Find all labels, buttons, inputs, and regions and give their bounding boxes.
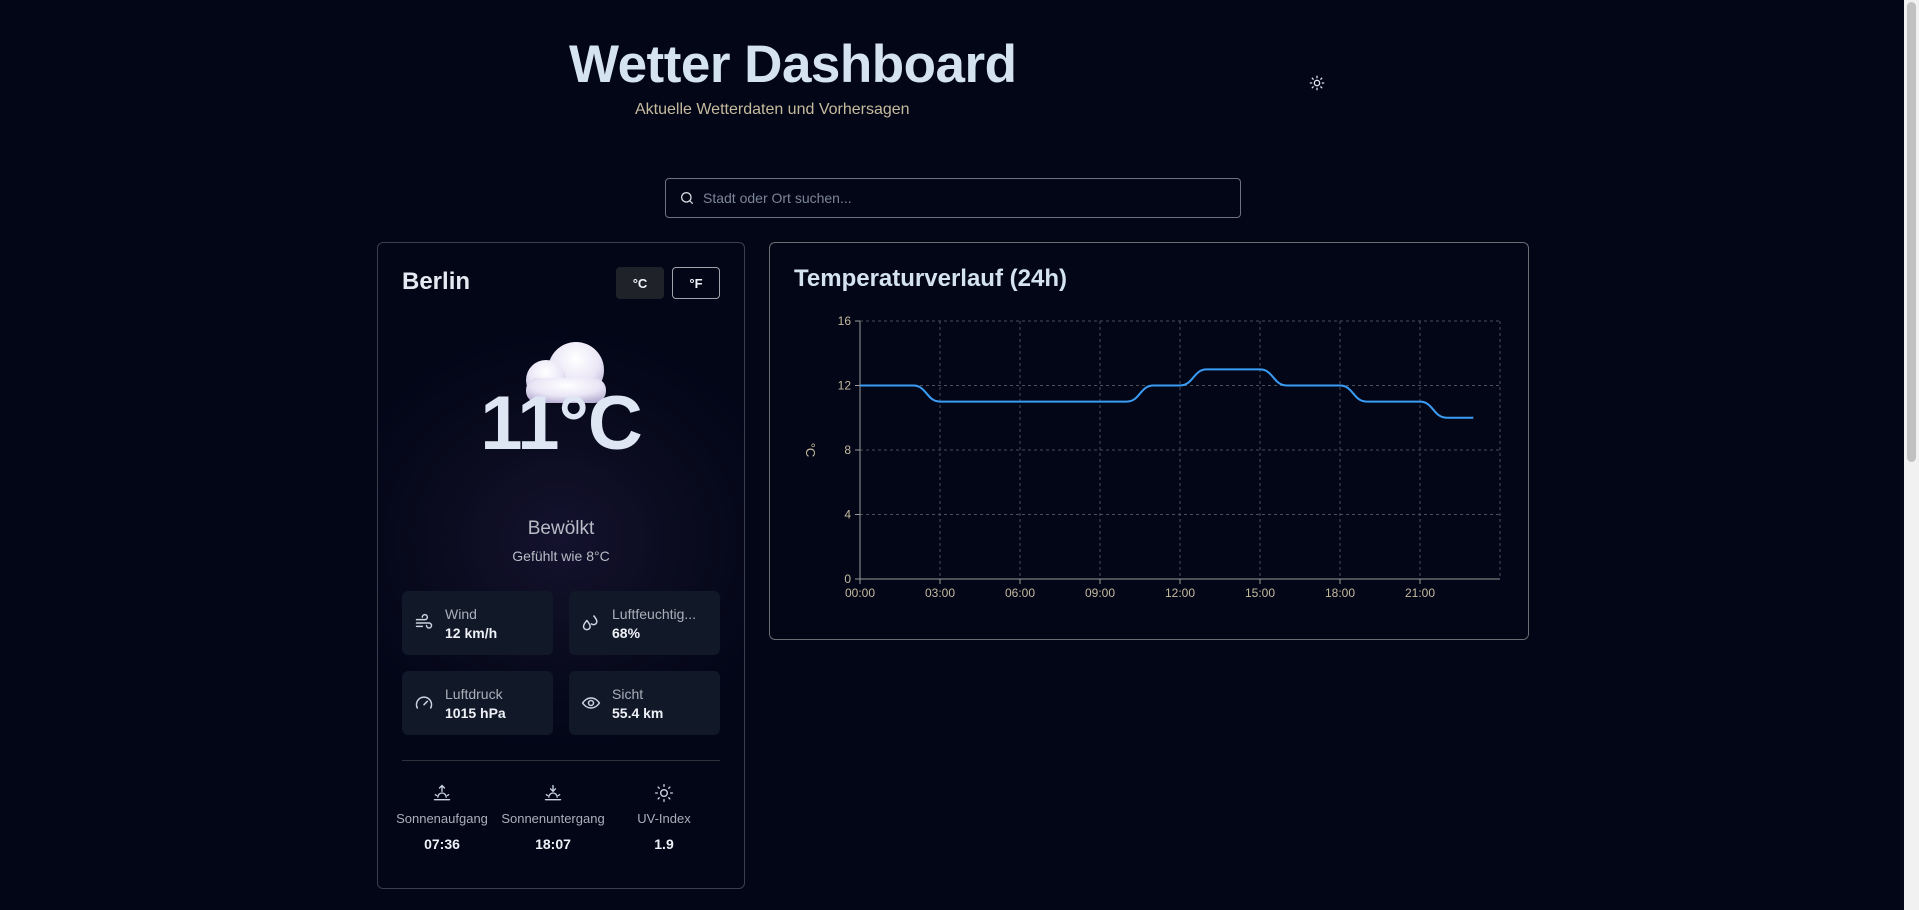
y-tick-label: 8 <box>844 443 851 457</box>
stat-pressure: Luftdruck 1015 hPa <box>402 671 553 735</box>
weather-condition: Bewölkt <box>527 518 595 539</box>
temperature-line <box>860 368 1474 419</box>
x-tick-label: 21:00 <box>1405 586 1435 600</box>
x-tick-label: 00:00 <box>845 586 875 600</box>
temperature-chart-card: Temperaturverlauf (24h) 0 4 8 12 16 00:00 03:0… <box>769 242 1529 640</box>
search-input[interactable] <box>703 190 1240 206</box>
current-weather-card: Berlin °C °F 11°C Bewölkt Gefühlt wie 8°… <box>377 242 745 889</box>
stat-humidity: Luftfeuchtig... 68% <box>569 591 720 655</box>
current-temperature: 11°C <box>480 381 643 466</box>
uv-index-label: UV-Index <box>637 811 691 826</box>
sun-icon <box>1309 75 1325 91</box>
fahrenheit-button[interactable]: °F <box>672 267 720 299</box>
stat-value: 55.4 km <box>612 704 664 721</box>
sun-icon <box>609 783 719 805</box>
uv-index-value: 1.9 <box>654 836 674 852</box>
y-tick-label: 12 <box>838 379 852 393</box>
celsius-button[interactable]: °C <box>616 267 664 299</box>
search-box[interactable] <box>665 178 1241 218</box>
sunset-info: Sonnenuntergang 18:07 <box>498 783 608 852</box>
x-tick-label: 06:00 <box>1005 586 1035 600</box>
stat-value: 12 km/h <box>445 624 498 641</box>
divider <box>402 760 720 761</box>
sunset-time: 18:07 <box>535 836 571 852</box>
stat-value: 68% <box>612 624 641 641</box>
search-icon <box>679 190 695 206</box>
stat-wind: Wind 12 km/h <box>402 591 553 655</box>
stat-visibility: Sicht 55.4 km <box>569 671 720 735</box>
page-title: Wetter Dashboard <box>569 35 1017 94</box>
stat-label: Wind <box>445 605 477 622</box>
stat-label: Luftdruck <box>445 685 503 702</box>
x-tick-label: 03:00 <box>925 586 955 600</box>
sunrise-time: 07:36 <box>424 836 460 852</box>
theme-toggle-button[interactable] <box>1306 72 1328 94</box>
gauge-icon <box>414 693 434 713</box>
scrollbar-thumb[interactable] <box>1907 2 1916 462</box>
droplets-icon <box>581 613 601 633</box>
x-tick-label: 12:00 <box>1165 586 1195 600</box>
wind-icon <box>414 613 434 633</box>
stat-value: 1015 hPa <box>445 704 506 721</box>
y-tick-label: 4 <box>844 508 851 522</box>
sunrise-icon <box>387 783 497 805</box>
stat-label: Sicht <box>612 685 644 702</box>
eye-icon <box>581 693 601 713</box>
x-tick-label: 15:00 <box>1245 586 1275 600</box>
weather-dashboard: Wetter Dashboard Aktuelle Wetterdaten un… <box>0 0 1919 910</box>
city-name: Berlin <box>402 268 471 295</box>
y-tick-label: 0 <box>844 572 851 586</box>
scrollbar[interactable] <box>1904 0 1919 910</box>
y-axis-label: °C <box>803 443 818 458</box>
temperature-chart: 0 4 8 12 16 00:00 03:00 06:00 09:00 12:00 15:00 18:… <box>803 314 1501 600</box>
uv-index-info: UV-Index 1.9 <box>609 783 719 852</box>
x-tick-label: 18:00 <box>1325 586 1355 600</box>
sunrise-label: Sonnenaufgang <box>396 811 488 826</box>
feels-like: Gefühlt wie 8°C <box>512 548 610 564</box>
x-tick-label: 09:00 <box>1085 586 1115 600</box>
sunset-label: Sonnenuntergang <box>501 811 605 826</box>
page-subtitle: Aktuelle Wetterdaten und Vorhersagen <box>635 101 910 118</box>
y-tick-label: 16 <box>838 314 852 328</box>
stat-label: Luftfeuchtig... <box>612 605 697 622</box>
sunset-icon <box>498 783 608 805</box>
sunrise-info: Sonnenaufgang 07:36 <box>387 783 497 852</box>
